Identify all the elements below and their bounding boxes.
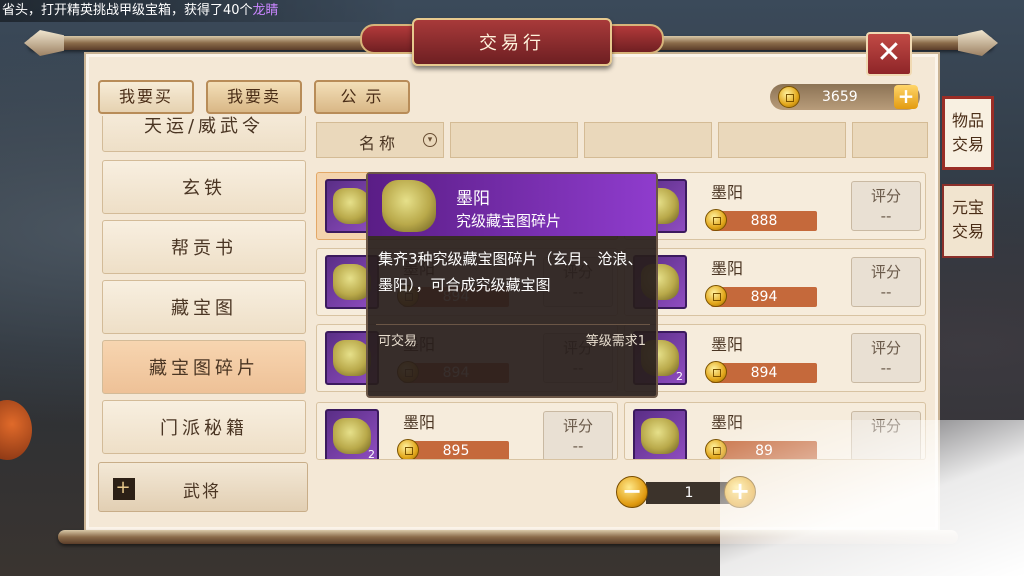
close-icon: ✕ [876, 35, 902, 70]
tooltip-header: 墨阳 究级藏宝图碎片 [368, 174, 656, 236]
listing-price: 895 [397, 439, 509, 459]
increase-button[interactable]: + [724, 476, 756, 508]
rate-button[interactable]: 评分-- [851, 257, 921, 307]
side-tab-item-trade[interactable]: 物品交易 [942, 96, 994, 170]
listing-price: 894 [705, 285, 817, 307]
coin-icon [705, 209, 727, 231]
add-currency-button[interactable]: + [894, 85, 918, 109]
rate-button[interactable]: 评分-- [543, 411, 613, 459]
category-item[interactable]: 帮贡书 [102, 220, 306, 274]
name-column-header[interactable]: 名称 ▾ [316, 122, 444, 158]
currency-display: 3659 + [770, 84, 920, 110]
rate-button[interactable]: 评分-- [851, 333, 921, 383]
tooltip-level-requirement: 等级需求1 [585, 334, 646, 349]
name-column-label: 名称 [359, 134, 400, 153]
side-tab-item-trade-label: 物品交易 [951, 111, 984, 154]
treasure-map-fragment-icon [633, 409, 687, 459]
expand-icon: + [113, 478, 135, 500]
coin-icon [705, 439, 727, 459]
tab-notice[interactable]: 公 示 [314, 80, 410, 114]
rate-button[interactable]: 评分-- [851, 181, 921, 231]
quantity-stepper[interactable]: 1 − + [614, 474, 764, 510]
listing-price: 888 [705, 209, 817, 231]
decrease-button[interactable]: − [616, 476, 648, 508]
tooltip-divider [376, 324, 650, 325]
tooltip-description: 集齐3种究级藏宝图碎片（玄月、沧浪、墨阳），可合成究级藏宝图 [378, 250, 643, 294]
listing-card[interactable]: 墨阳 89 评分 [624, 402, 926, 460]
item-tooltip: 墨阳 究级藏宝图碎片 集齐3种究级藏宝图碎片（玄月、沧浪、墨阳），可合成究级藏宝… [366, 172, 658, 398]
tooltip-tradable: 可交易 [378, 334, 418, 349]
category-item[interactable]: 玄铁 [102, 160, 306, 214]
listing-price: 89 [705, 439, 817, 459]
general-category-button[interactable]: + 武将 [98, 462, 308, 512]
listing-card[interactable]: 墨阳 894 评分-- [624, 248, 926, 316]
treasure-map-fragment-icon: 2 [325, 409, 379, 459]
coin-icon [397, 439, 419, 459]
column-header [718, 122, 846, 158]
rate-button[interactable]: 评分 [851, 411, 921, 459]
listing-card[interactable]: 2 墨阳 895 评分 -- [316, 402, 618, 460]
listing-price: 894 [705, 361, 817, 383]
announcement-marquee: 省头，打开精英挑战甲级宝箱，获得了40个龙睛 [0, 0, 400, 22]
column-header [852, 122, 928, 158]
listing-name: 墨阳 [403, 413, 436, 432]
quantity-value[interactable]: 1 [646, 482, 732, 504]
category-item[interactable]: 天运/威武令 [102, 116, 306, 152]
coin-icon [705, 285, 727, 307]
listing-name: 墨阳 [711, 183, 744, 202]
title-wing-right [604, 24, 664, 54]
side-tab-ingot-trade[interactable]: 元宝交易 [942, 184, 994, 258]
category-list[interactable]: 天运/威武令 玄铁 帮贡书 藏宝图 藏宝图碎片 门派秘籍 [96, 116, 312, 456]
listing-name: 墨阳 [711, 259, 744, 278]
listing-name: 墨阳 [711, 335, 744, 354]
listing-card[interactable]: 墨阳 888 评分-- [624, 172, 926, 240]
treasure-map-fragment-icon [382, 180, 436, 232]
announcement-item: 龙睛 [252, 3, 279, 18]
window-title: 交易行 [412, 18, 612, 66]
coin-icon [778, 86, 800, 108]
column-header [450, 122, 578, 158]
category-item[interactable]: 藏宝图 [102, 280, 306, 334]
side-tab-ingot-trade-label: 元宝交易 [951, 198, 984, 241]
close-button[interactable]: ✕ [866, 32, 912, 76]
column-header [584, 122, 712, 158]
title-wing-left [360, 24, 420, 54]
tab-sell[interactable]: 我要卖 [206, 80, 302, 114]
chevron-down-icon: ▾ [423, 133, 437, 147]
general-category-label: 武将 [183, 482, 221, 502]
tooltip-item-type: 究级藏宝图碎片 [456, 212, 562, 230]
tooltip-item-name: 墨阳 [456, 189, 490, 209]
listing-card[interactable]: 2 墨阳 894 评分 -- [624, 324, 926, 392]
currency-amount: 3659 [822, 89, 858, 105]
listing-name: 墨阳 [711, 413, 744, 432]
coin-icon [705, 361, 727, 383]
announcement-text: 省头，打开精英挑战甲级宝箱，获得了40个 [2, 3, 253, 18]
tab-buy[interactable]: 我要买 [98, 80, 194, 114]
category-item-selected[interactable]: 藏宝图碎片 [102, 340, 306, 394]
bottom-scroll-rod [58, 530, 958, 544]
category-item[interactable]: 门派秘籍 [102, 400, 306, 454]
